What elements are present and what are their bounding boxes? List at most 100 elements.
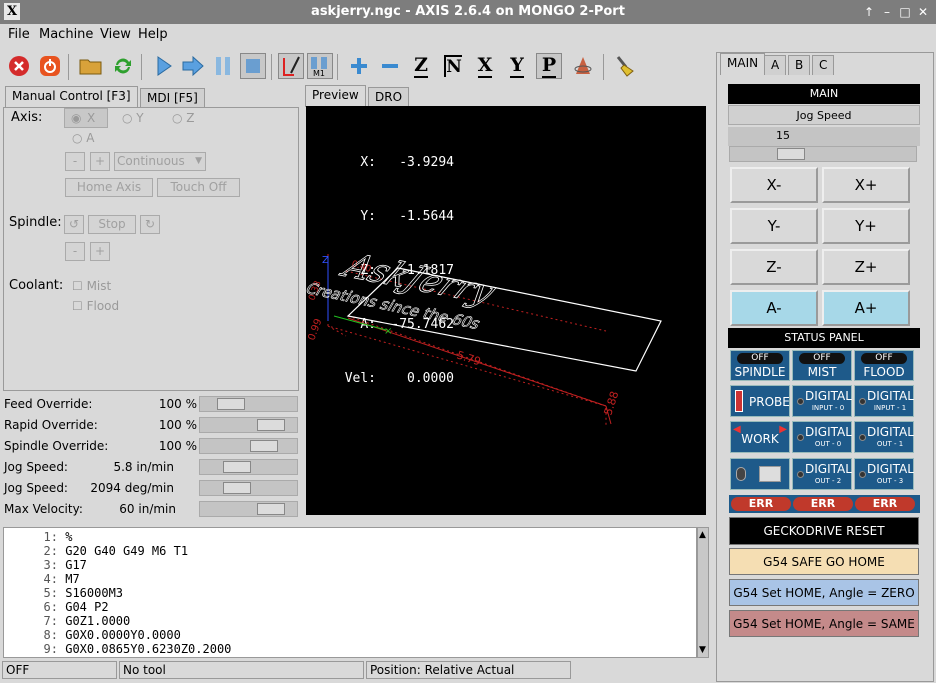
camera-icon	[759, 466, 781, 482]
zoom-out-icon[interactable]	[377, 53, 403, 79]
rapid-override-slider[interactable]	[199, 417, 298, 433]
view-z-icon[interactable]: Z	[408, 53, 434, 79]
geckodrive-reset-button[interactable]: GECKODRIVE RESET	[729, 517, 919, 545]
spindle-ccw-icon[interactable]: ↺	[64, 215, 84, 234]
menu-help[interactable]: Help	[138, 27, 168, 42]
override-value: 100 %	[158, 418, 197, 432]
home-axis-button[interactable]: Home Axis	[65, 178, 153, 197]
work-light-button[interactable]: ◀ ▶ WORK	[730, 421, 790, 453]
menu-file[interactable]: File	[8, 27, 30, 42]
gcode-line: 6: G04 P2	[43, 600, 109, 614]
jog-y-minus-button[interactable]: Y-	[730, 208, 818, 244]
tab-a[interactable]: A	[764, 55, 787, 75]
clear-icon[interactable]	[612, 53, 638, 79]
tab-preview[interactable]: Preview	[305, 85, 366, 107]
close-button[interactable]: ✕	[914, 3, 932, 21]
power-icon[interactable]	[37, 53, 63, 79]
jog-a-minus-button[interactable]: A-	[730, 290, 818, 326]
axis-z-radio[interactable]: ○ Z	[172, 111, 195, 125]
spindle-faster-button[interactable]: +	[90, 242, 110, 261]
reload-icon[interactable]	[110, 53, 136, 79]
tab-c[interactable]: C	[812, 55, 835, 75]
override-label: Jog Speed:	[4, 481, 68, 495]
jog-a-plus-button[interactable]: A+	[822, 290, 910, 326]
digital-output-3[interactable]: DIGITAL OUT - 3	[854, 458, 914, 490]
gcode-line: 2: G20 G40 G49 M6 T1	[43, 544, 189, 558]
axis-a-radio[interactable]: ○ A	[72, 131, 95, 145]
camera-button[interactable]	[730, 458, 790, 490]
digital-output-1[interactable]: DIGITAL OUT - 1	[854, 421, 914, 453]
manual-control-panel	[3, 107, 299, 391]
preview-canvas[interactable]: X: -3.9294 Y: -1.5644 Z: 1.1817 A: -75.7462 …	[306, 106, 706, 515]
increment-select[interactable]: Continuous ▼	[114, 152, 206, 171]
tab-dro[interactable]: DRO	[368, 87, 410, 107]
jog-speed-value-box: 15	[728, 127, 920, 146]
jog-speed-slider[interactable]	[729, 146, 917, 162]
axis-y-radio[interactable]: ○ Y	[122, 111, 144, 125]
mist-toggle-button[interactable]: OFF MIST	[792, 350, 852, 381]
dim-height: 5.88	[601, 390, 621, 417]
step-icon[interactable]	[180, 53, 206, 79]
toolpath-view: 5.88 5.79 0.99 0.40 0.38 Z × AskJerry Cr…	[306, 246, 662, 426]
dim-width: 5.79	[455, 348, 482, 368]
dim-small: 0.99	[306, 317, 324, 342]
open-icon[interactable]	[78, 53, 104, 79]
digital-output-0[interactable]: DIGITAL OUT - 0	[792, 421, 852, 453]
g54-set-home-zero-button[interactable]: G54 Set HOME, Angle = ZERO	[729, 579, 919, 606]
estop-icon[interactable]	[6, 53, 32, 79]
angular-jog-speed-slider[interactable]	[199, 480, 298, 496]
tab-main[interactable]: MAIN	[720, 53, 766, 75]
zoom-in-icon[interactable]	[346, 53, 372, 79]
flood-toggle-button[interactable]: OFF FLOOD	[854, 350, 914, 381]
maximize-button[interactable]: □	[896, 3, 914, 21]
menu-machine[interactable]: Machine	[39, 27, 93, 42]
jog-plus-button[interactable]: +	[90, 152, 110, 171]
jog-speed-slider[interactable]	[199, 459, 298, 475]
jog-z-plus-button[interactable]: Z+	[822, 249, 910, 285]
gcode-line: 9: G0X0.0865Y0.6230Z0.2000	[43, 642, 232, 656]
touch-icon[interactable]	[278, 53, 304, 79]
tab-manual-control[interactable]: Manual Control [F3]	[5, 86, 138, 108]
gcode-scrollbar[interactable]: ▲ ▼	[697, 527, 709, 658]
mist-checkbox[interactable]: ☐ Mist	[72, 279, 111, 293]
flood-checkbox[interactable]: ☐ Flood	[72, 299, 119, 313]
tab-b[interactable]: B	[788, 55, 811, 75]
stop-icon[interactable]	[240, 53, 266, 79]
g54-safe-go-home-button[interactable]: G54 SAFE GO HOME	[729, 548, 919, 575]
gcode-listing[interactable]: 1: % 2: G20 G40 G49 M6 T1 3: G17 4: M7 5…	[3, 527, 697, 658]
jog-x-plus-button[interactable]: X+	[822, 167, 910, 203]
jog-y-plus-button[interactable]: Y+	[822, 208, 910, 244]
menu-view[interactable]: View	[100, 27, 131, 42]
view-x-icon[interactable]: X	[472, 53, 498, 79]
g54-set-home-same-button[interactable]: G54 Set HOME, Angle = SAME	[729, 610, 919, 637]
axis-x-radio[interactable]: ◉ X	[64, 108, 108, 128]
gcode-line: 7: G0Z1.0000	[43, 614, 131, 628]
view-z2-icon[interactable]: N	[440, 53, 466, 79]
rotate-icon[interactable]	[570, 53, 596, 79]
run-icon[interactable]	[151, 53, 177, 79]
feed-override-slider[interactable]	[199, 396, 298, 412]
pause-icon[interactable]	[210, 53, 236, 79]
shade-button[interactable]: ↑	[860, 3, 878, 21]
minimize-button[interactable]: –	[878, 3, 896, 21]
gcode-line: 8: G0X0.0000Y0.0000	[43, 628, 181, 642]
digital-output-2[interactable]: DIGITAL OUT - 2	[792, 458, 852, 490]
spindle-slower-button[interactable]: -	[65, 242, 85, 261]
m1-icon[interactable]: M1	[307, 53, 333, 79]
jog-minus-button[interactable]: -	[65, 152, 85, 171]
spindle-override-slider[interactable]	[199, 438, 298, 454]
error-indicator: ERR	[793, 497, 853, 511]
jog-z-minus-button[interactable]: Z-	[730, 249, 818, 285]
view-p-icon[interactable]: P	[536, 53, 562, 79]
status-panel-header: STATUS PANEL	[728, 328, 920, 348]
touch-off-button[interactable]: Touch Off	[157, 178, 240, 197]
max-velocity-slider[interactable]	[199, 501, 298, 517]
view-y-icon[interactable]: Y	[504, 53, 530, 79]
jog-x-minus-button[interactable]: X-	[730, 167, 818, 203]
spindle-stop-button[interactable]: Stop	[88, 215, 136, 234]
probe-button[interactable]: PROBE	[730, 385, 790, 417]
tab-mdi[interactable]: MDI [F5]	[140, 88, 205, 108]
svg-text:Z: Z	[322, 255, 329, 266]
spindle-toggle-button[interactable]: OFF SPINDLE	[730, 350, 790, 381]
spindle-cw-icon[interactable]: ↻	[140, 215, 160, 234]
